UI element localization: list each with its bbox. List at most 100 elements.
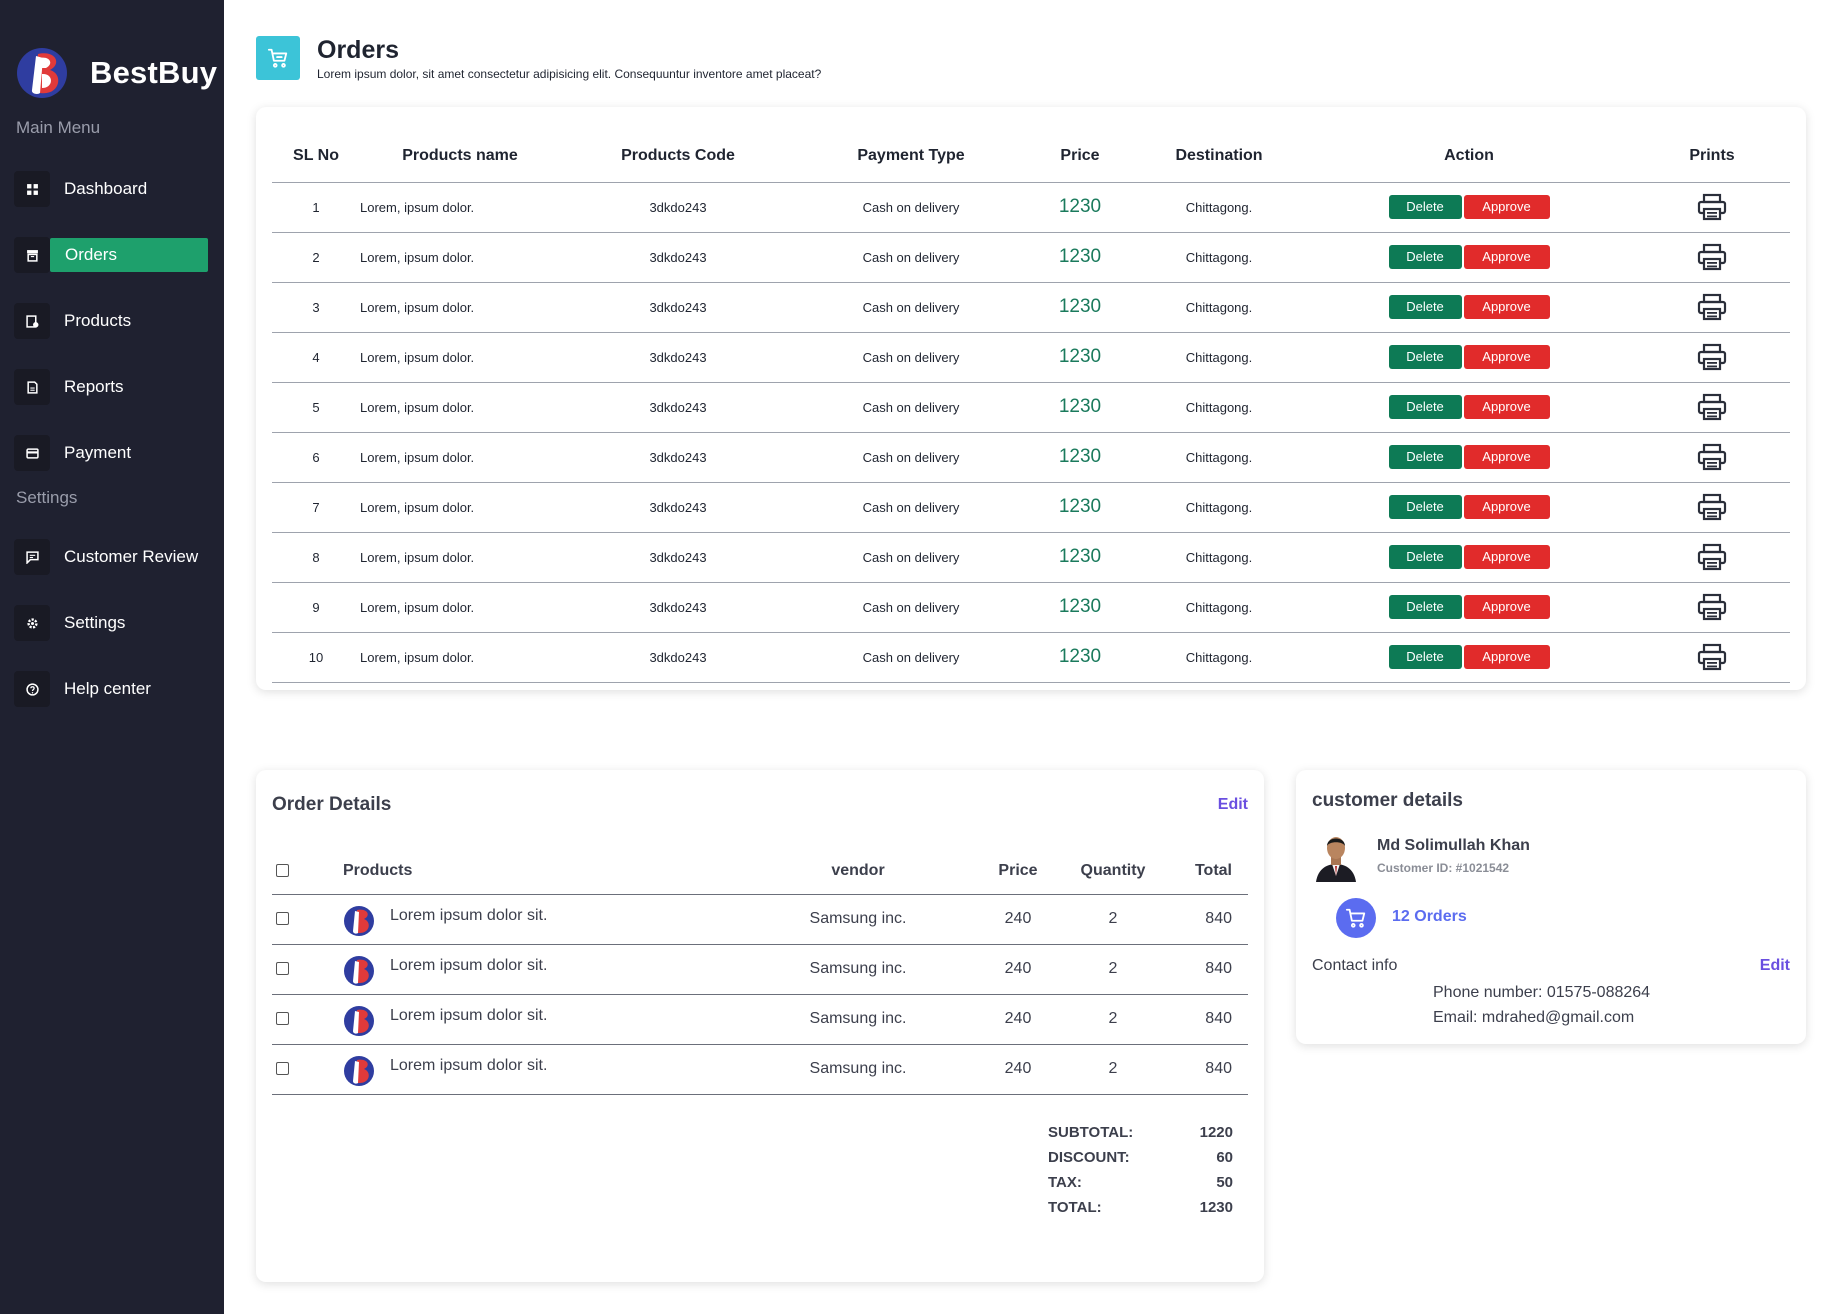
vendor-cell: Samsung inc. — [743, 944, 973, 995]
approve-button[interactable]: Approve — [1463, 545, 1550, 569]
sidebar-item-orders[interactable]: Orders — [14, 236, 208, 274]
action-cell: Delete Approve — [1304, 382, 1634, 433]
price-cell: 1230 — [1026, 282, 1134, 333]
action-cell: Delete Approve — [1304, 532, 1634, 583]
payment-type-cell: Cash on delivery — [796, 332, 1026, 383]
column-header-prints: Prints — [1634, 131, 1790, 183]
delete-button[interactable]: Delete — [1388, 545, 1462, 569]
sidebar-item-customer-review[interactable]: Customer Review — [14, 538, 208, 576]
product-cell: Lorem ipsum dolor sit. — [343, 944, 743, 995]
column-header-price: Price — [1026, 131, 1134, 183]
table-row: 2 Lorem, ipsum dolor. 3dkdo243 Cash on deli… — [272, 232, 1790, 283]
table-row: Lorem ipsum dolor sit. Samsung inc. 240 2 84… — [272, 1044, 1248, 1095]
approve-button[interactable]: Approve — [1463, 195, 1550, 219]
price-cell: 1230 — [1026, 582, 1134, 633]
printer-icon[interactable] — [1697, 493, 1727, 521]
cart-icon — [256, 36, 300, 80]
price-cell: 1230 — [1026, 432, 1134, 483]
brand[interactable]: BestBuy — [16, 44, 217, 102]
delete-button[interactable]: Delete — [1388, 345, 1462, 369]
row-checkbox[interactable] — [276, 1012, 289, 1026]
printer-icon[interactable] — [1697, 343, 1727, 371]
sl-no-cell: 8 — [272, 532, 360, 583]
destination-cell: Chittagong. — [1134, 332, 1304, 383]
column-header-action: Action — [1304, 131, 1634, 183]
approve-button[interactable]: Approve — [1463, 295, 1550, 319]
printer-icon[interactable] — [1697, 293, 1727, 321]
delete-button[interactable]: Delete — [1388, 195, 1462, 219]
summary-row-discount: DISCOUNT: 60 — [1048, 1145, 1233, 1170]
quantity-cell: 2 — [1063, 1044, 1163, 1095]
approve-button[interactable]: Approve — [1463, 445, 1550, 469]
order-details-edit-link[interactable]: Edit — [1218, 796, 1248, 814]
printer-icon[interactable] — [1697, 443, 1727, 471]
delete-button[interactable]: Delete — [1388, 495, 1462, 519]
sl-no-cell: 2 — [272, 232, 360, 283]
delete-button[interactable]: Delete — [1388, 595, 1462, 619]
delete-button[interactable]: Delete — [1388, 295, 1462, 319]
printer-icon[interactable] — [1697, 593, 1727, 621]
payment-type-cell: Cash on delivery — [796, 232, 1026, 283]
column-header-total: Total — [1163, 848, 1248, 895]
row-checkbox[interactable] — [276, 962, 289, 976]
approve-button[interactable]: Approve — [1463, 495, 1550, 519]
payment-type-cell: Cash on delivery — [796, 532, 1026, 583]
sidebar-item-label: Reports — [64, 377, 124, 396]
printer-icon[interactable] — [1697, 543, 1727, 571]
product-code-cell: 3dkdo243 — [560, 332, 796, 383]
sidebar: BestBuy Main Menu Dashboard Orders Produ… — [0, 0, 224, 1314]
sidebar-item-label: Dashboard — [64, 179, 148, 198]
approve-button[interactable]: Approve — [1463, 245, 1550, 269]
product-name-cell: Lorem, ipsum dolor. — [360, 182, 560, 233]
table-row: 4 Lorem, ipsum dolor. 3dkdo243 Cash on deli… — [272, 332, 1790, 383]
column-header-products-name: Products name — [360, 131, 560, 183]
approve-button[interactable]: Approve — [1463, 395, 1550, 419]
column-header-products: Products — [343, 848, 743, 895]
approve-button[interactable]: Approve — [1463, 645, 1550, 669]
destination-cell: Chittagong. — [1134, 432, 1304, 483]
delete-button[interactable]: Delete — [1388, 395, 1462, 419]
sidebar-item-payment[interactable]: Payment — [14, 434, 208, 472]
price-cell: 1230 — [1026, 232, 1134, 283]
page-subtitle: Lorem ipsum dolor, sit amet consectetur … — [317, 67, 822, 81]
destination-cell: Chittagong. — [1134, 182, 1304, 233]
sidebar-item-dashboard[interactable]: Dashboard — [14, 170, 208, 208]
settings-section-label: Settings — [16, 488, 78, 507]
customer-orders-link[interactable]: 12 Orders — [1392, 908, 1467, 926]
sidebar-item-reports[interactable]: Reports — [14, 368, 208, 406]
product-name-cell: Lorem, ipsum dolor. — [360, 582, 560, 633]
table-row: Lorem ipsum dolor sit. Samsung inc. 240 2 84… — [272, 994, 1248, 1045]
column-header-products-code: Products Code — [560, 131, 796, 183]
printer-icon[interactable] — [1697, 243, 1727, 271]
page-title: Orders — [317, 36, 399, 64]
approve-button[interactable]: Approve — [1463, 595, 1550, 619]
row-checkbox[interactable] — [276, 912, 289, 926]
sidebar-item-products[interactable]: Products — [14, 302, 208, 340]
delete-button[interactable]: Delete — [1388, 245, 1462, 269]
print-cell — [1634, 382, 1790, 433]
delete-button[interactable]: Delete — [1388, 445, 1462, 469]
customer-name: Md Solimullah Khan — [1377, 837, 1530, 854]
printer-icon[interactable] — [1697, 193, 1727, 221]
vendor-cell: Samsung inc. — [743, 894, 973, 945]
printer-icon[interactable] — [1697, 393, 1727, 421]
product-code-cell: 3dkdo243 — [560, 232, 796, 283]
customer-edit-link[interactable]: Edit — [1760, 957, 1790, 975]
sidebar-item-help-center[interactable]: Help center — [14, 670, 208, 708]
order-details-title: Order Details — [272, 794, 392, 815]
payment-icon — [14, 435, 50, 471]
sidebar-item-label: Orders — [50, 238, 208, 272]
approve-button[interactable]: Approve — [1463, 345, 1550, 369]
row-checkbox[interactable] — [276, 1062, 289, 1076]
summary-label: SUBTOTAL: — [1048, 1124, 1134, 1141]
main-menu-label: Main Menu — [16, 118, 101, 137]
product-cell: Lorem ipsum dolor sit. — [343, 1044, 743, 1095]
delete-button[interactable]: Delete — [1388, 645, 1462, 669]
bestbuy-logo-icon — [17, 48, 67, 98]
sidebar-item-settings[interactable]: Settings — [14, 604, 208, 642]
product-cell: Lorem ipsum dolor sit. — [343, 994, 743, 1045]
printer-icon[interactable] — [1697, 643, 1727, 671]
select-all-checkbox[interactable] — [276, 864, 289, 878]
vendor-cell: Samsung inc. — [743, 994, 973, 1045]
vendor-cell: Samsung inc. — [743, 1044, 973, 1095]
